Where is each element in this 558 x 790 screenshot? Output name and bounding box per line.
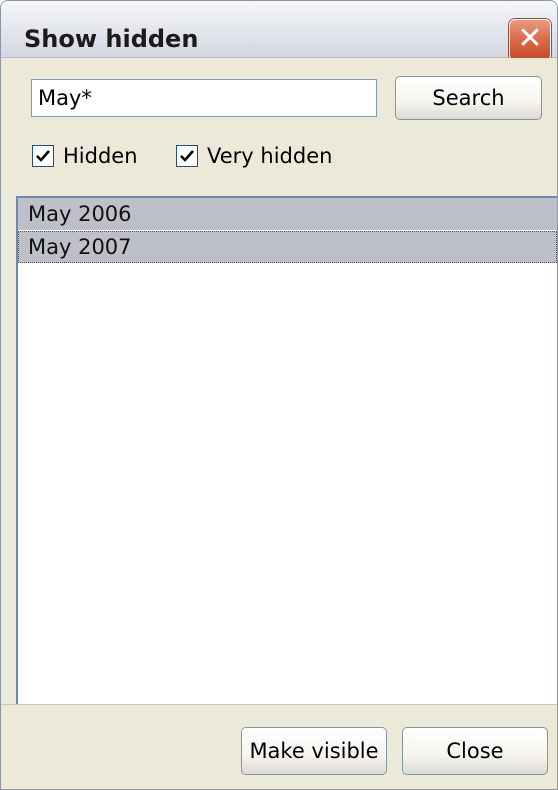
- hidden-checkbox-label: Hidden: [63, 144, 138, 168]
- very-hidden-checkbox-label: Very hidden: [207, 144, 333, 168]
- close-button[interactable]: Close: [402, 727, 548, 775]
- checkmark-icon: [180, 150, 194, 162]
- close-icon: ✕: [517, 21, 543, 56]
- hidden-checkbox-box[interactable]: [32, 145, 54, 167]
- checkmark-icon: [36, 150, 50, 162]
- results-list[interactable]: May 2006 May 2007: [16, 196, 557, 704]
- hidden-checkbox[interactable]: Hidden: [32, 143, 138, 169]
- list-item[interactable]: May 2006: [18, 198, 557, 230]
- search-panel: Search Hidden Very hidden: [1, 58, 557, 198]
- title-bar[interactable]: Show hidden ✕: [1, 1, 557, 61]
- search-button[interactable]: Search: [395, 76, 542, 120]
- close-window-button[interactable]: ✕: [509, 19, 551, 61]
- dialog-footer: Make visible Close: [1, 704, 557, 789]
- make-visible-button[interactable]: Make visible: [241, 727, 387, 775]
- very-hidden-checkbox-box[interactable]: [176, 145, 198, 167]
- search-input[interactable]: [31, 79, 377, 117]
- very-hidden-checkbox[interactable]: Very hidden: [176, 143, 332, 169]
- show-hidden-dialog: Show hidden ✕ Search Hidden Very hidden: [0, 0, 558, 790]
- list-item[interactable]: May 2007: [18, 231, 557, 263]
- dialog-title: Show hidden: [24, 25, 199, 53]
